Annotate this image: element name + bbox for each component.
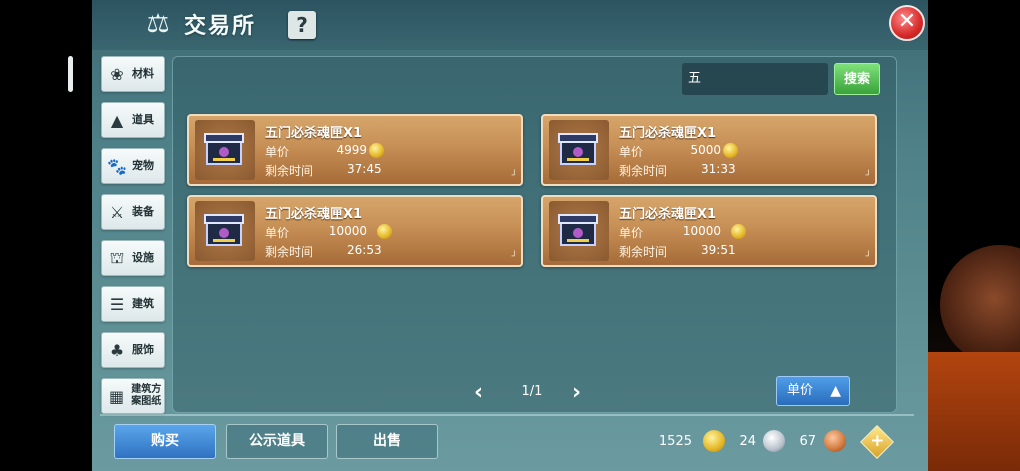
gold-coin-icon (723, 143, 738, 158)
soul-box-icon (558, 133, 598, 165)
listing-card[interactable]: 五门必杀魂匣X1 单价 10000 剩余时间 26:53 ┘ (187, 195, 523, 267)
time-label: 剩余时间 (265, 245, 314, 259)
corner-mark-icon: ┘ (511, 252, 517, 262)
scene-ground (928, 352, 1020, 471)
sidebar-item-clothing[interactable]: ♣ 服饰 (101, 332, 165, 368)
gold-coin-icon (369, 143, 384, 158)
sort-label: 单价 (787, 383, 814, 398)
item-name: 五门必杀魂匣X1 (265, 126, 363, 141)
price-value: 5000 (690, 143, 721, 157)
sidebar-item-item[interactable]: ▲ 道具 (101, 102, 165, 138)
listing-card[interactable]: 五门必杀魂匣X1 单价 10000 剩余时间 39:51 ┘ (541, 195, 877, 267)
corner-mark-icon: ┘ (865, 171, 871, 181)
sidebar-item-label: 服饰 (132, 343, 154, 356)
price-label: 单价 (265, 145, 290, 159)
gold-coin-icon (731, 224, 746, 239)
soul-box-icon (558, 214, 598, 246)
tab-buy[interactable]: 购买 (114, 424, 216, 459)
time-label: 剩余时间 (619, 164, 668, 178)
item-icon: ▲ (110, 110, 124, 130)
sidebar-item-facility[interactable]: ⛫ 设施 (101, 240, 165, 276)
clothing-icon: ♣ (109, 340, 125, 360)
item-name: 五门必杀魂匣X1 (265, 207, 363, 222)
sort-price-button[interactable]: 单价 ▲ (776, 376, 850, 406)
window-title: 交易所 (184, 14, 257, 39)
gold-amount: 1525 (658, 434, 692, 449)
next-page-icon[interactable]: › (572, 380, 581, 405)
sidebar-scrollbar[interactable] (68, 56, 73, 92)
sidebar-item-pet[interactable]: 🐾 宠物 (101, 148, 165, 184)
sidebar-item-label: 建筑方案图纸 (131, 384, 162, 407)
copper-amount: 67 (799, 434, 816, 449)
sidebar-item-building[interactable]: ☰ 建筑 (101, 286, 165, 322)
time-value: 26:53 (347, 243, 382, 257)
silver-amount: 24 (739, 434, 756, 449)
sidebar-item-label: 材料 (132, 67, 154, 80)
silver-coin-icon (763, 430, 785, 452)
soul-box-icon (204, 214, 244, 246)
scales-icon: ⚖ (146, 9, 170, 39)
search-input[interactable]: 五 (682, 63, 828, 95)
material-icon: ❀ (110, 64, 124, 84)
time-value: 31:33 (701, 162, 736, 176)
pet-icon: 🐾 (107, 156, 127, 176)
sidebar-item-blueprint[interactable]: ▦ 建筑方案图纸 (101, 378, 165, 414)
page-indicator: 1/1 (521, 384, 543, 399)
sidebar-item-label: 装备 (132, 205, 154, 218)
item-name: 五门必杀魂匣X1 (619, 207, 717, 222)
copper-coin-icon (824, 430, 846, 452)
search-button[interactable]: 搜索 (834, 63, 880, 95)
price-value: 10000 (682, 224, 721, 238)
listing-card[interactable]: 五门必杀魂匣X1 单价 5000 剩余时间 31:33 ┘ (541, 114, 877, 186)
listing-card[interactable]: 五门必杀魂匣X1 单价 4999 剩余时间 37:45 ┘ (187, 114, 523, 186)
prev-page-icon[interactable]: ‹ (474, 380, 483, 405)
sidebar-item-material[interactable]: ❀ 材料 (101, 56, 165, 92)
corner-mark-icon: ┘ (865, 252, 871, 262)
item-name: 五门必杀魂匣X1 (619, 126, 717, 141)
time-label: 剩余时间 (619, 245, 668, 259)
building-icon: ☰ (109, 294, 125, 314)
sidebar-item-label: 道具 (132, 113, 154, 126)
price-label: 单价 (265, 226, 290, 240)
sidebar-item-label: 设施 (132, 251, 154, 264)
blueprint-icon: ▦ (109, 386, 125, 406)
sidebar-item-equipment[interactable]: ⚔ 装备 (101, 194, 165, 230)
plus-icon: + (870, 431, 885, 452)
tab-public-items[interactable]: 公示道具 (226, 424, 328, 459)
gold-coin-icon (703, 430, 725, 452)
time-label: 剩余时间 (265, 164, 314, 178)
help-button[interactable]: ? (288, 11, 316, 39)
soul-box-icon (204, 133, 244, 165)
divider (100, 414, 914, 416)
time-value: 39:51 (701, 243, 736, 257)
sidebar-item-label: 宠物 (132, 159, 154, 172)
tab-sell[interactable]: 出售 (336, 424, 438, 459)
close-button[interactable]: ✕ (889, 5, 925, 41)
equipment-icon: ⚔ (109, 202, 125, 222)
time-value: 37:45 (347, 162, 382, 176)
sort-arrow-icon: ▲ (830, 383, 841, 399)
sidebar-item-label: 建筑 (132, 297, 154, 310)
corner-mark-icon: ┘ (511, 171, 517, 181)
gold-coin-icon (377, 224, 392, 239)
price-label: 单价 (619, 226, 644, 240)
facility-icon: ⛫ (109, 247, 125, 267)
price-label: 单价 (619, 145, 644, 159)
price-value: 4999 (336, 143, 367, 157)
price-value: 10000 (328, 224, 367, 238)
background-scene-left (0, 0, 92, 471)
